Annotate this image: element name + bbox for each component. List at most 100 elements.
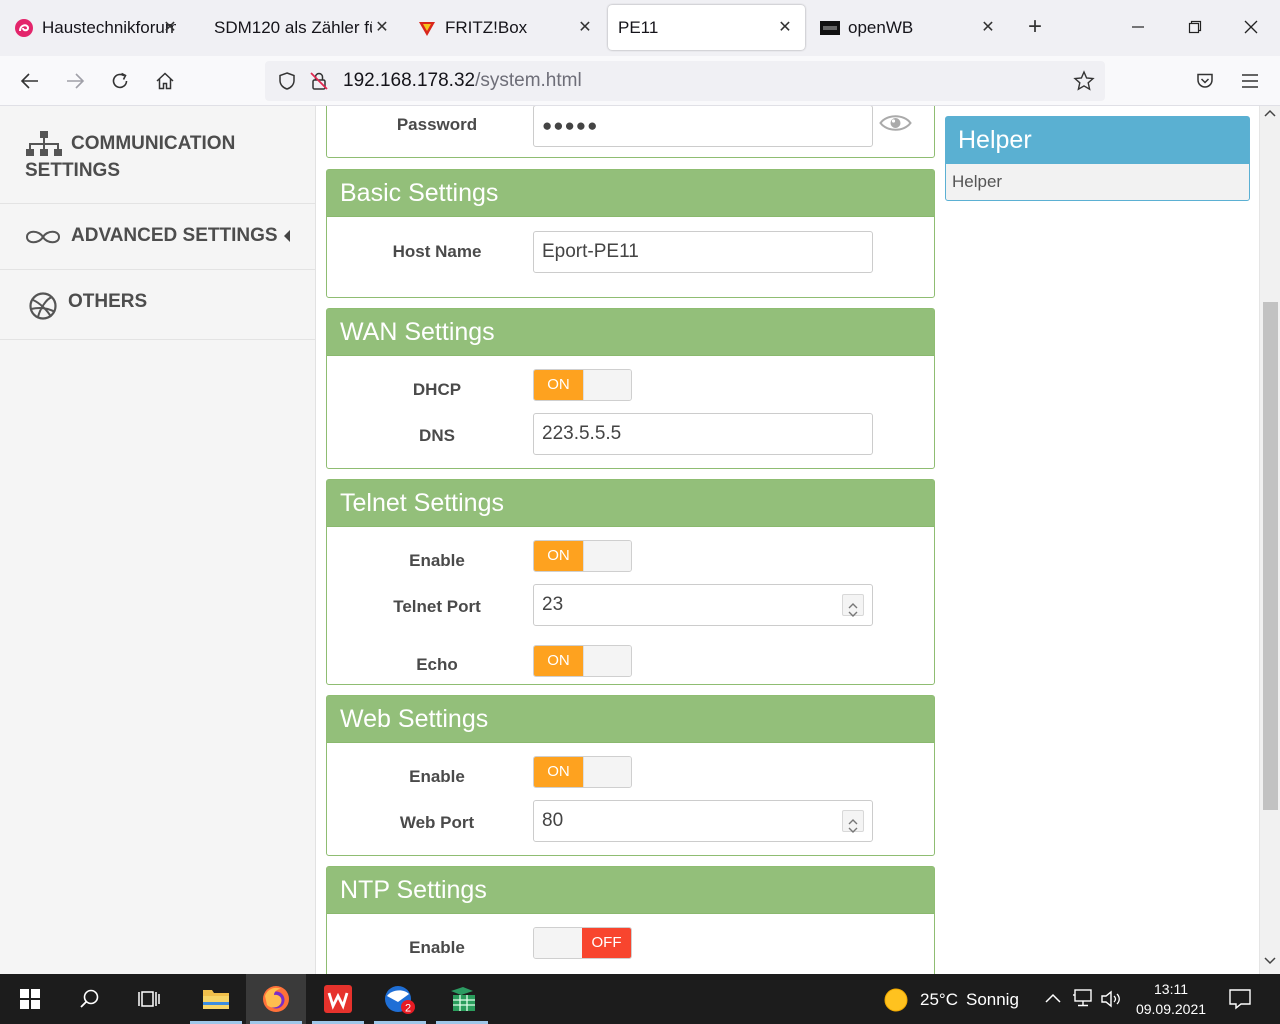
sidebar-item-label: OTHERS: [68, 291, 148, 312]
telnet-port-row: Telnet Port 23: [327, 583, 934, 633]
taskbar-wps-office[interactable]: [308, 974, 368, 1024]
telnet-enable-label: Enable: [409, 551, 465, 570]
page-scrollbar[interactable]: [1259, 106, 1280, 974]
toggle-knob: [583, 541, 631, 571]
forward-button[interactable]: [61, 67, 89, 95]
telnet-port-input[interactable]: 23: [533, 584, 873, 626]
close-tab-icon[interactable]: ✕: [775, 17, 795, 37]
toggle-knob: [534, 928, 583, 958]
telnet-enable-toggle[interactable]: ON: [533, 540, 632, 572]
clock-date: 09.09.2021: [1135, 1001, 1207, 1017]
system-clock[interactable]: 13:11 09.09.2021: [1130, 979, 1212, 1019]
bookmark-star-icon[interactable]: [1073, 70, 1095, 92]
host-name-label: Host Name: [392, 242, 482, 261]
minimize-icon: [1132, 26, 1144, 28]
thunderbird-icon: 2: [385, 986, 415, 1015]
reload-button[interactable]: [106, 67, 134, 95]
password-panel: Password ●●●●●: [326, 106, 935, 158]
tab-openwb[interactable]: openWB ✕: [808, 5, 1008, 50]
url-bar[interactable]: 192.168.178.32/system.html: [265, 61, 1105, 101]
ntp-settings-panel: NTP Settings Enable OFF: [326, 866, 935, 974]
spinner-arrows-icon: [848, 603, 858, 617]
panel-title: Telnet Settings: [327, 480, 934, 527]
host-name-input[interactable]: Eport-PE11: [533, 231, 873, 273]
taskbar-thunderbird[interactable]: 2: [370, 974, 430, 1024]
insecure-lock-icon[interactable]: [309, 71, 329, 91]
web-settings-panel: Web Settings Enable ON Web Port 80: [326, 695, 935, 856]
weather-widget[interactable]: 25°C Sonnig: [883, 987, 1019, 1013]
tab-fritzbox[interactable]: FRITZ!Box ✕: [405, 5, 605, 50]
minimize-button[interactable]: [1123, 14, 1153, 42]
taskbar-file-explorer[interactable]: [186, 974, 246, 1024]
helper-panel: Helper Helper: [945, 116, 1250, 201]
helper-title: Helper: [946, 117, 1249, 164]
scroll-down-arrow-icon[interactable]: [1260, 954, 1280, 972]
menu-button[interactable]: [1236, 67, 1264, 95]
spinner-button[interactable]: [842, 594, 864, 617]
chevron-up-icon[interactable]: [1045, 992, 1061, 1004]
taskbar-firefox[interactable]: [246, 974, 306, 1024]
tab-pe11[interactable]: PE11 ✕: [608, 5, 805, 50]
start-button[interactable]: [0, 974, 60, 1024]
sidebar: COMMUNICATION SETTINGS ADVANCED SETTINGS…: [0, 106, 316, 974]
arrow-left-icon: [20, 73, 38, 89]
search-button[interactable]: [60, 974, 120, 1024]
dhcp-toggle[interactable]: ON: [533, 369, 632, 401]
eye-icon[interactable]: [879, 113, 912, 133]
infinity-icon: [25, 230, 61, 244]
telnet-enable-row: Enable ON: [327, 527, 934, 583]
globe-icon: [29, 292, 57, 320]
pocket-button[interactable]: [1191, 67, 1219, 95]
toggle-on-label: ON: [534, 370, 583, 400]
close-tab-icon[interactable]: ✕: [575, 17, 595, 37]
ntp-enable-toggle[interactable]: OFF: [533, 927, 632, 959]
speaker-icon[interactable]: [1100, 989, 1124, 1009]
restore-button[interactable]: [1180, 14, 1210, 42]
tab-title: Haustechnikforum: [42, 17, 176, 37]
sidebar-item-advanced-settings[interactable]: ADVANCED SETTINGS: [0, 204, 315, 270]
notification-icon[interactable]: [1228, 988, 1252, 1010]
network-status-icon[interactable]: [1072, 989, 1094, 1007]
sidebar-item-others[interactable]: OTHERS: [0, 270, 315, 340]
tab-strip: Haustechnikforum ✕ SDM120 als Zähler für…: [0, 0, 1280, 56]
web-enable-toggle[interactable]: ON: [533, 756, 632, 788]
url-host: 192.168.178.32: [343, 70, 476, 91]
dns-label: DNS: [419, 426, 455, 445]
back-button[interactable]: [16, 67, 44, 95]
helper-body: Helper: [952, 172, 1003, 191]
sidebar-item-label: COMMUNICATION: [71, 133, 236, 154]
web-enable-row: Enable ON: [327, 743, 934, 799]
windows-logo-icon: [20, 989, 40, 1009]
shield-icon[interactable]: [277, 71, 297, 91]
echo-toggle[interactable]: ON: [533, 645, 632, 677]
toggle-off-label: OFF: [582, 928, 631, 958]
close-tab-icon[interactable]: ✕: [160, 17, 180, 37]
scrollbar-thumb[interactable]: [1263, 302, 1278, 810]
telnet-port-value: 23: [542, 594, 564, 615]
close-tab-icon[interactable]: ✕: [372, 17, 392, 37]
taskbar-spreadsheet[interactable]: [432, 974, 492, 1024]
dhcp-row: DHCP ON: [327, 356, 934, 412]
url-text[interactable]: 192.168.178.32/system.html: [343, 70, 582, 92]
clock-time: 13:11: [1154, 981, 1188, 997]
password-field[interactable]: ●●●●●: [533, 106, 873, 147]
dhcp-label: DHCP: [412, 380, 462, 399]
url-path: /system.html: [475, 70, 582, 91]
home-button[interactable]: [151, 67, 179, 95]
scroll-up-arrow-icon[interactable]: [1260, 108, 1280, 126]
mail-badge-count: 2: [405, 1003, 411, 1015]
spinner-button[interactable]: [842, 810, 864, 833]
new-tab-button[interactable]: +: [1022, 14, 1048, 40]
web-enable-label: Enable: [409, 767, 465, 786]
task-view-button[interactable]: [120, 974, 180, 1024]
task-view-icon: [138, 991, 160, 1007]
restore-icon: [1188, 20, 1202, 34]
dns-input[interactable]: 223.5.5.5: [533, 413, 873, 455]
tab-haustechnikforum[interactable]: Haustechnikforum ✕: [2, 5, 190, 50]
close-tab-icon[interactable]: ✕: [978, 17, 998, 37]
web-port-input[interactable]: 80: [533, 800, 873, 842]
tab-sdm120[interactable]: SDM120 als Zähler für ✕: [202, 5, 402, 50]
sidebar-item-communication-settings[interactable]: COMMUNICATION SETTINGS: [0, 106, 315, 204]
close-window-button[interactable]: [1236, 14, 1266, 42]
firefox-icon: [263, 986, 289, 1012]
